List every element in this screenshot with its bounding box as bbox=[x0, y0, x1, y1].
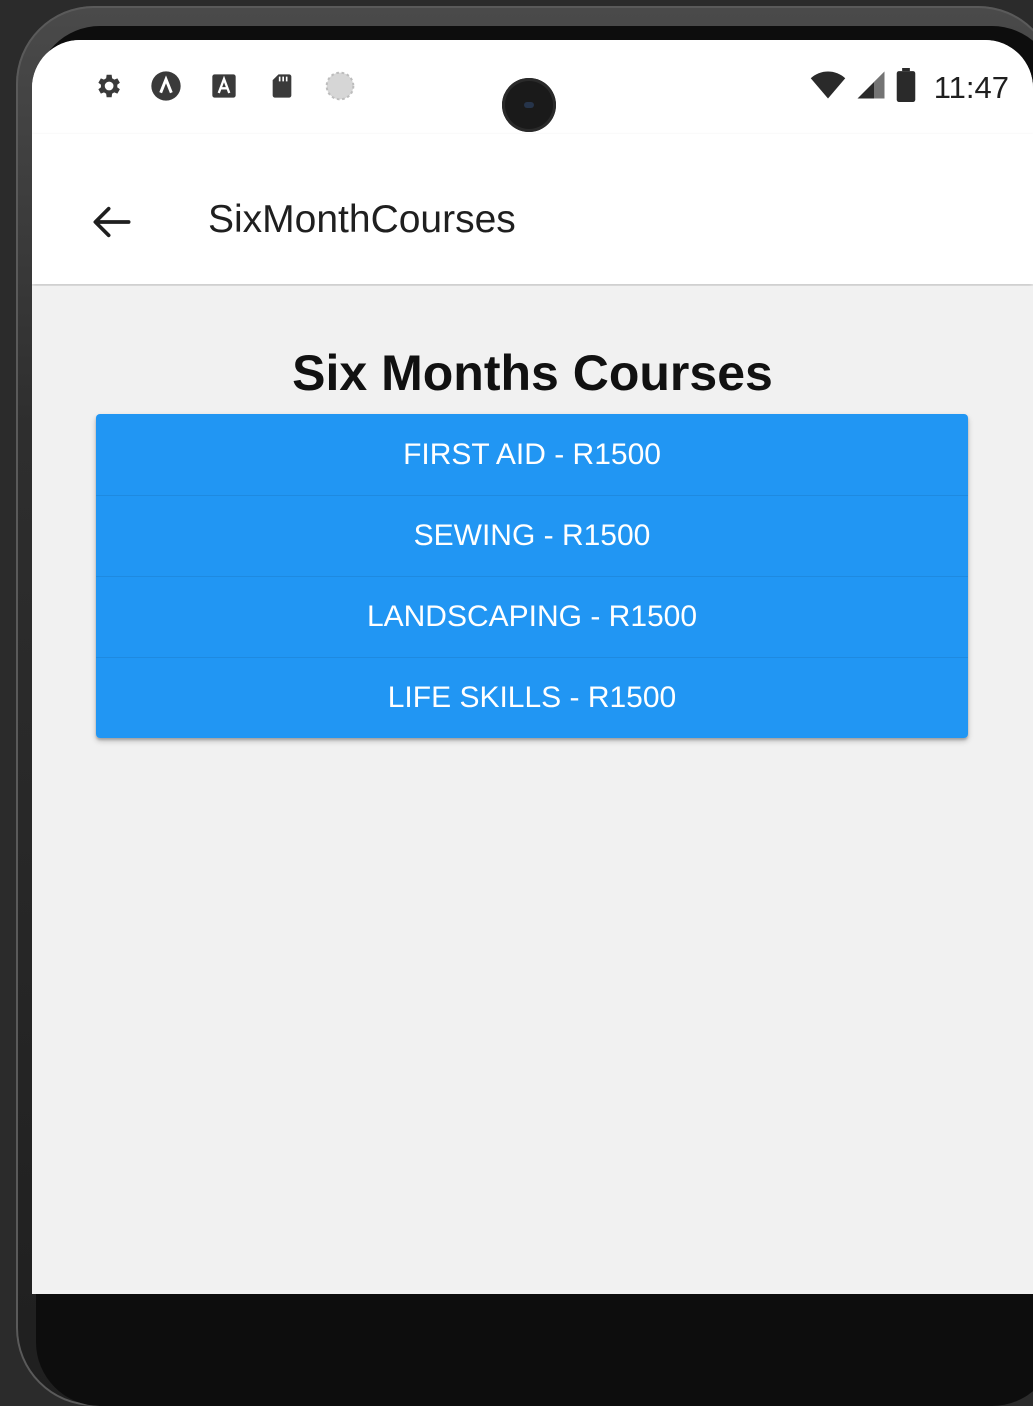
app-bar-title: SixMonthCourses bbox=[208, 198, 516, 241]
wifi-icon bbox=[810, 70, 846, 105]
android-studio-icon bbox=[150, 70, 182, 102]
text-a-icon bbox=[208, 70, 240, 102]
course-list: FIRST AID - R1500 SEWING - R1500 LANDSCA… bbox=[96, 414, 968, 738]
app-bar: SixMonthCourses bbox=[32, 134, 1033, 284]
phone-screen: 11:47 SixMonthCourses Six Months Courses… bbox=[32, 40, 1033, 1294]
status-bar: 11:47 bbox=[32, 40, 1033, 134]
page-title: Six Months Courses bbox=[292, 345, 773, 401]
sewing-course-button[interactable]: SEWING - R1500 bbox=[96, 495, 968, 576]
front-camera bbox=[502, 78, 556, 132]
main-content: Six Months Courses FIRST AID - R1500 SEW… bbox=[32, 286, 1033, 1294]
loading-circle-icon bbox=[324, 70, 356, 102]
status-time: 11:47 bbox=[933, 69, 1009, 105]
status-right-icons: 11:47 bbox=[810, 68, 1009, 107]
life-skills-course-button[interactable]: LIFE SKILLS - R1500 bbox=[96, 657, 968, 738]
cell-signal-icon bbox=[856, 70, 886, 105]
first-aid-course-button[interactable]: FIRST AID - R1500 bbox=[96, 414, 968, 495]
back-button[interactable] bbox=[82, 192, 142, 252]
status-left-icons bbox=[92, 70, 356, 102]
landscaping-course-button[interactable]: LANDSCAPING - R1500 bbox=[96, 576, 968, 657]
battery-icon bbox=[896, 68, 916, 107]
settings-gear-icon bbox=[92, 70, 124, 102]
arrow-left-icon bbox=[93, 206, 131, 238]
sd-card-icon bbox=[266, 70, 298, 102]
